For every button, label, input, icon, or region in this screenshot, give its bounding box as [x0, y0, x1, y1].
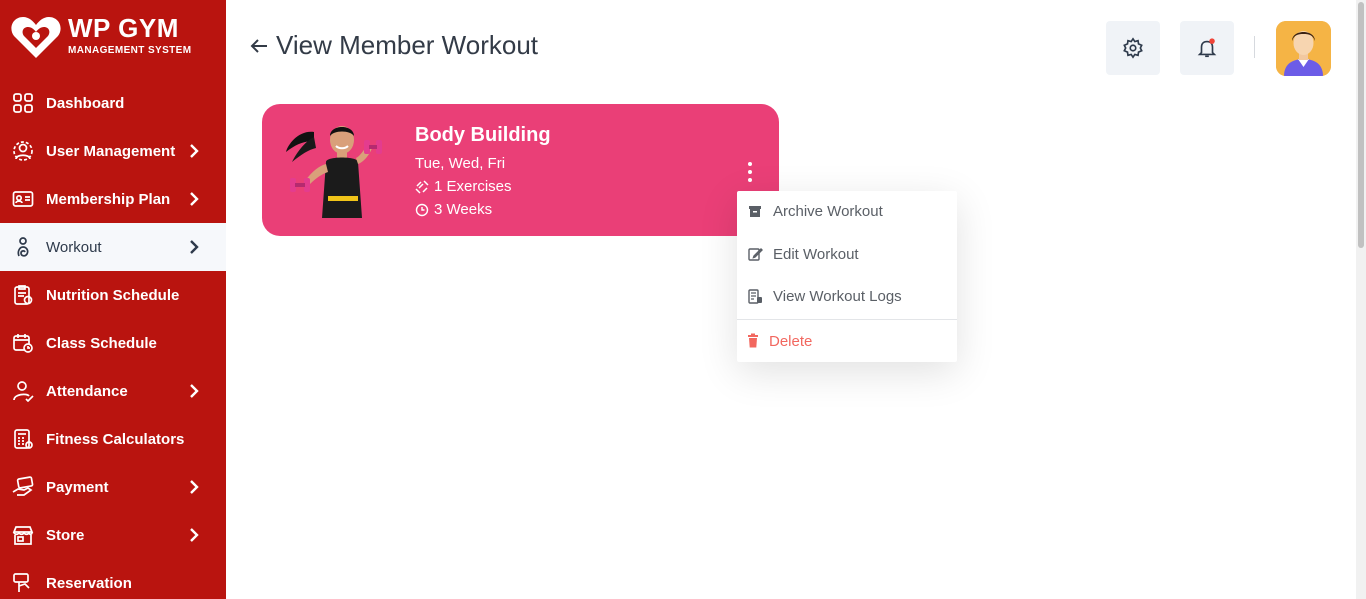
scrollbar-thumb[interactable]	[1358, 2, 1364, 248]
logo-mark-icon	[11, 17, 61, 58]
bell-icon	[1197, 38, 1217, 58]
sidebar-item-nutrition-schedule[interactable]: Nutrition Schedule	[0, 271, 226, 319]
sidebar-item-label: Fitness Calculators	[46, 430, 185, 448]
menu-item-label: Archive Workout	[773, 202, 883, 220]
menu-divider	[737, 319, 957, 320]
calendar-icon	[12, 332, 34, 354]
workout-icon	[12, 236, 34, 258]
sidebar-item-user-management[interactable]: User Management	[0, 127, 226, 175]
sidebar-item-label: Reservation	[46, 574, 132, 592]
trash-icon	[747, 333, 759, 349]
brand-subtitle: MANAGEMENT SYSTEM	[68, 45, 192, 56]
workout-exercises: 1 Exercises	[415, 178, 512, 195]
workout-days: Tue, Wed, Fri	[415, 155, 506, 172]
id-card-icon	[12, 188, 34, 210]
view-workout-logs-menu-item[interactable]: View Workout Logs	[737, 276, 957, 316]
main-content: View Member Workout Body Building Tue, W…	[226, 0, 1356, 599]
sidebar-item-store[interactable]: Store	[0, 511, 226, 559]
user-check-icon	[12, 380, 34, 402]
sidebar-item-fitness-calculators[interactable]: Fitness Calculators	[0, 415, 226, 463]
sidebar-item-label: Class Schedule	[46, 334, 157, 352]
user-avatar-icon	[1276, 21, 1331, 76]
sidebar-item-reservation[interactable]: Reservation	[0, 559, 226, 599]
users-gear-icon	[12, 140, 34, 162]
workout-duration: 3 Weeks	[415, 201, 492, 218]
sidebar-item-label: Attendance	[46, 382, 128, 400]
brand-title: WP GYM	[68, 13, 179, 43]
chevron-right-icon	[190, 240, 199, 254]
chevron-right-icon	[190, 528, 199, 542]
dumbbell-icon	[415, 179, 429, 194]
grid-icon	[12, 92, 34, 114]
sidebar-item-label: Workout	[46, 238, 102, 256]
sidebar: WP GYM MANAGEMENT SYSTEM Dashboard User …	[0, 0, 226, 599]
delete-workout-menu-item[interactable]: Delete	[737, 321, 957, 361]
archive-workout-menu-item[interactable]: Archive Workout	[737, 191, 957, 231]
athlete-with-dumbbells-image	[286, 126, 382, 218]
payment-icon	[12, 476, 34, 498]
avatar[interactable]	[1276, 21, 1331, 76]
chevron-right-icon	[190, 144, 199, 158]
menu-item-label: View Workout Logs	[773, 287, 902, 305]
settings-button[interactable]	[1106, 21, 1160, 75]
sidebar-item-label: Nutrition Schedule	[46, 286, 180, 304]
workout-title: Body Building	[415, 124, 551, 146]
sidebar-item-dashboard[interactable]: Dashboard	[0, 79, 226, 127]
logs-icon	[747, 288, 763, 304]
sidebar-nav: Dashboard User Management Membership Pla…	[0, 79, 226, 599]
sidebar-item-label: Dashboard	[46, 94, 125, 112]
gear-icon	[1123, 37, 1143, 59]
menu-item-label: Edit Workout	[773, 245, 859, 263]
page-title: View Member Workout	[276, 30, 539, 60]
store-icon	[12, 524, 34, 546]
sidebar-item-label: Store	[46, 526, 85, 544]
header-divider	[1254, 36, 1255, 58]
archive-icon	[747, 203, 763, 219]
menu-item-label: Delete	[769, 332, 813, 350]
sidebar-item-label: Payment	[46, 478, 109, 496]
page-scrollbar[interactable]	[1356, 0, 1366, 599]
chevron-right-icon	[190, 384, 199, 398]
sidebar-item-label: User Management	[46, 142, 176, 160]
sidebar-item-membership-plan[interactable]: Membership Plan	[0, 175, 226, 223]
duration-text: 3 Weeks	[434, 201, 493, 218]
page-header: View Member Workout	[248, 30, 538, 61]
back-arrow-icon[interactable]	[248, 35, 270, 57]
sidebar-item-workout[interactable]: Workout	[0, 223, 226, 271]
edit-workout-menu-item[interactable]: Edit Workout	[737, 234, 957, 274]
workout-card[interactable]: Body Building Tue, Wed, Fri 1 Exercises …	[262, 104, 779, 236]
sidebar-item-label: Membership Plan	[46, 190, 171, 208]
clipboard-icon	[12, 284, 34, 306]
sidebar-item-class-schedule[interactable]: Class Schedule	[0, 319, 226, 367]
notifications-button[interactable]	[1180, 21, 1234, 75]
calculator-icon	[12, 428, 34, 450]
reservation-icon	[12, 572, 34, 594]
chevron-right-icon	[190, 192, 199, 206]
more-options-icon[interactable]	[740, 159, 760, 185]
workout-options-menu: Archive Workout Edit Workout View Workou…	[737, 191, 957, 362]
chevron-right-icon	[190, 480, 199, 494]
sidebar-item-attendance[interactable]: Attendance	[0, 367, 226, 415]
brand-logo[interactable]: WP GYM MANAGEMENT SYSTEM	[10, 12, 220, 62]
clock-icon	[415, 203, 429, 216]
edit-icon	[747, 246, 763, 262]
exercises-count: 1 Exercises	[434, 178, 512, 195]
sidebar-item-payment[interactable]: Payment	[0, 463, 226, 511]
